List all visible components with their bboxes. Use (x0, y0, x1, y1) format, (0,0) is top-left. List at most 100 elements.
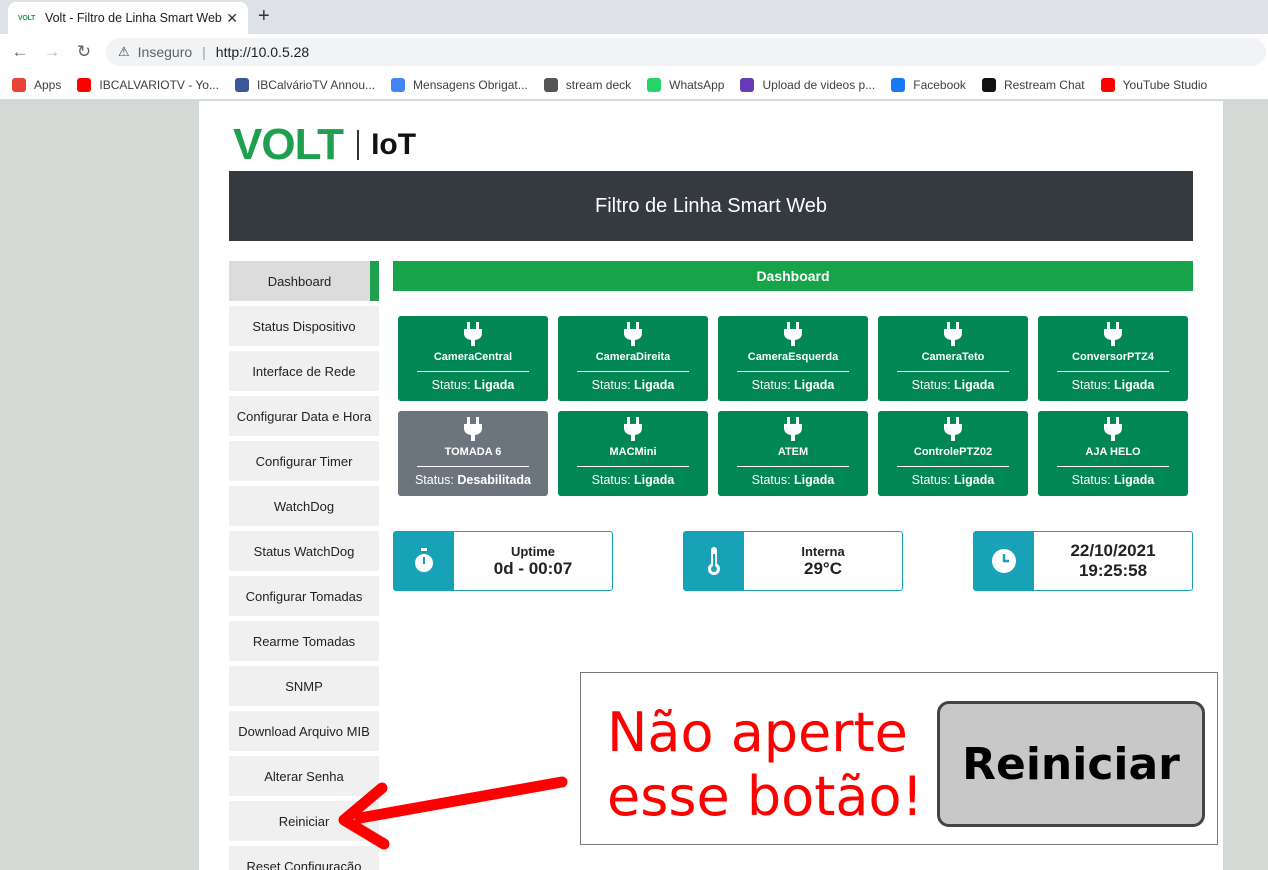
outlet-status: Status: Ligada (752, 378, 835, 392)
outlet-cards: CameraCentral Status: Ligada CameraDireita… (398, 316, 1188, 496)
tab-title: Volt - Filtro de Linha Smart Web (44, 11, 222, 25)
uptime-value: 0d - 00:07 (493, 558, 573, 578)
plug-icon (1102, 322, 1124, 346)
sidebar-item[interactable]: Rearme Tomadas (229, 621, 379, 661)
outlet-name: CameraCentral (433, 351, 513, 363)
outlet-status: Status: Desabilitada (415, 473, 531, 487)
bookmark-item[interactable]: Facebook (891, 77, 966, 92)
outlet-card[interactable]: TOMADA 6 Status: Desabilitada (398, 411, 548, 496)
status-prefix: Status: (591, 473, 631, 487)
outlet-card[interactable]: CameraDireita Status: Ligada (558, 316, 708, 401)
logo-divider (357, 130, 360, 160)
warning-icon[interactable]: ⚠ (118, 44, 130, 60)
outlet-status: Status: Ligada (912, 473, 995, 487)
plug-icon (1102, 417, 1124, 441)
close-tab-icon[interactable]: ✕ (226, 10, 238, 27)
plug-icon (462, 417, 484, 441)
outlet-card[interactable]: AJA HELO Status: Ligada (1038, 411, 1188, 496)
divider (577, 466, 689, 467)
bookmark-item[interactable]: IBCalvárioTV Annou... (234, 77, 375, 92)
sidebar-item[interactable]: Interface de Rede (229, 351, 379, 391)
sidebar-item[interactable]: Dashboard (229, 261, 379, 301)
bookmark-label: Facebook (913, 77, 966, 92)
outlet-status: Status: Ligada (592, 473, 675, 487)
bookmark-label: YouTube Studio (1122, 77, 1208, 92)
bookmark-item[interactable]: WhatsApp (647, 77, 724, 92)
brand-name: VOLT (233, 120, 344, 169)
bookmark-item[interactable]: Upload de videos p... (740, 77, 876, 92)
status-value: Desabilitada (457, 473, 532, 487)
outlet-card[interactable]: ATEM Status: Ligada (718, 411, 868, 496)
dashboard-title: Dashboard (756, 268, 830, 284)
plug-icon (622, 322, 644, 346)
bookmark-favicon-icon (391, 77, 406, 92)
sidebar-item[interactable]: WatchDog (229, 486, 379, 526)
separator: | (202, 44, 206, 60)
address-bar[interactable]: ⚠ Inseguro | http://10.0.5.28 (106, 38, 1266, 66)
page-title: Filtro de Linha Smart Web (595, 194, 827, 217)
status-value: Ligada (794, 378, 835, 392)
bookmark-favicon-icon (234, 77, 249, 92)
bookmark-item[interactable]: YouTube Studio (1100, 77, 1208, 92)
bookmark-item[interactable]: Apps (12, 77, 62, 92)
security-label: Inseguro (137, 44, 193, 60)
divider (577, 371, 689, 372)
bookmark-item[interactable]: IBCALVARIOTV - Yo... (77, 77, 219, 92)
new-tab-icon[interactable]: + (258, 5, 270, 28)
outlet-status: Status: Ligada (592, 378, 675, 392)
browser-tab[interactable]: VOLT Volt - Filtro de Linha Smart Web ✕ (8, 2, 248, 34)
plug-icon (462, 322, 484, 346)
clock-time: 19:25:58 (1078, 561, 1148, 580)
warning-annotation: Não aperte esse botão! Reiniciar (580, 672, 1218, 845)
outlet-card[interactable]: MACMini Status: Ligada (558, 411, 708, 496)
bookmark-item[interactable]: stream deck (543, 77, 632, 92)
outlet-card[interactable]: CameraTeto Status: Ligada (878, 316, 1028, 401)
volt-favicon-icon: VOLT (18, 14, 35, 22)
status-value: Ligada (474, 378, 515, 392)
outlet-name: ConversorPTZ4 (1072, 351, 1154, 363)
bookmark-label: Restream Chat (1003, 77, 1085, 92)
reload-icon[interactable]: ↻ (68, 42, 100, 62)
clock-icon (974, 532, 1034, 590)
stopwatch-icon (394, 532, 454, 590)
bookmark-label: Mensagens Obrigat... (413, 77, 528, 92)
outlet-name: ATEM (777, 446, 809, 458)
outlet-card[interactable]: ConversorPTZ4 Status: Ligada (1038, 316, 1188, 401)
sidebar-item[interactable]: Configurar Tomadas (229, 576, 379, 616)
clock-date: 22/10/2021 (1070, 541, 1156, 560)
sidebar-item[interactable]: Configurar Timer (229, 441, 379, 481)
bookmark-item[interactable]: Mensagens Obrigat... (391, 77, 528, 92)
plug-icon (622, 417, 644, 441)
brand-suffix: IoT (371, 128, 417, 161)
bookmark-label: stream deck (565, 77, 632, 92)
sidebar-item[interactable]: Status WatchDog (229, 531, 379, 571)
volt-iot-logo: VOLT IoT (233, 123, 416, 167)
forward-icon[interactable]: → (36, 42, 68, 62)
sidebar-item[interactable]: SNMP (229, 666, 379, 706)
url-text: http://10.0.5.28 (215, 44, 310, 60)
status-prefix: Status: (591, 378, 631, 392)
status-value: Ligada (634, 473, 675, 487)
bookmark-label: IBCALVARIOTV - Yo... (99, 77, 219, 92)
outlet-status: Status: Ligada (432, 378, 515, 392)
bookmark-favicon-icon (647, 77, 662, 92)
bookmark-label: Upload de videos p... (762, 77, 876, 92)
outlet-card[interactable]: CameraEsquerda Status: Ligada (718, 316, 868, 401)
divider (737, 371, 849, 372)
back-icon[interactable]: ← (4, 42, 36, 62)
outlet-name: CameraDireita (595, 351, 671, 363)
bookmark-label: Apps (34, 77, 62, 92)
outlet-card[interactable]: ControlePTZ02 Status: Ligada (878, 411, 1028, 496)
outlet-status: Status: Ligada (1072, 378, 1155, 392)
status-prefix: Status: (911, 378, 951, 392)
sidebar-item[interactable]: Configurar Data e Hora (229, 396, 379, 436)
outlet-card[interactable]: CameraCentral Status: Ligada (398, 316, 548, 401)
warning-text: Não aperte esse botão! (607, 701, 924, 828)
sidebar-item[interactable]: Status Dispositivo (229, 306, 379, 346)
page-header: Filtro de Linha Smart Web (229, 171, 1193, 241)
bookmarks-bar: Apps IBCALVARIOTV - Yo... IBCalvárioTV Ann… (0, 70, 1268, 100)
sidebar-item[interactable]: Download Arquivo MIB (229, 711, 379, 751)
divider (1057, 466, 1169, 467)
divider (737, 466, 849, 467)
bookmark-item[interactable]: Restream Chat (981, 77, 1085, 92)
